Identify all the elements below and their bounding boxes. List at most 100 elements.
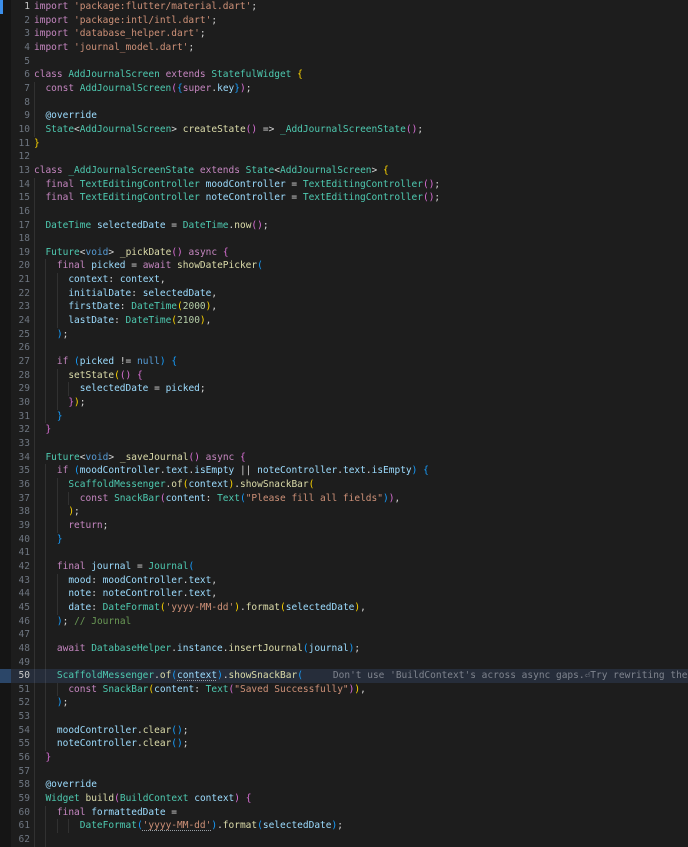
gutter-glyph-margin[interactable] [0, 341, 11, 356]
gutter-glyph-margin[interactable] [0, 477, 11, 492]
code-line[interactable]: 57 [0, 764, 688, 779]
gutter-glyph-margin[interactable] [0, 778, 11, 793]
code-text[interactable] [30, 546, 688, 560]
gutter-glyph-margin[interactable] [0, 314, 11, 328]
gutter-glyph-margin[interactable] [0, 669, 11, 683]
line-number[interactable]: 34 [11, 451, 30, 465]
gutter-glyph-margin[interactable] [0, 396, 11, 410]
gutter-glyph-margin[interactable] [0, 95, 11, 110]
line-number[interactable]: 8 [11, 96, 30, 110]
code-text[interactable]: }); [30, 396, 688, 410]
gutter-glyph-margin[interactable] [0, 764, 11, 779]
line-number[interactable]: 38 [11, 505, 30, 519]
gutter-glyph-margin[interactable] [0, 150, 11, 164]
code-text[interactable]: await DatabaseHelper.instance.insertJour… [30, 642, 688, 656]
code-text[interactable] [30, 205, 688, 219]
gutter-glyph-margin[interactable] [0, 177, 11, 192]
code-text[interactable]: DateFormat('yyyy-MM-dd').format(selected… [30, 819, 688, 833]
code-text[interactable]: const AddJournalScreen({super.key}); [30, 82, 688, 96]
code-text[interactable]: class AddJournalScreen extends StatefulW… [30, 68, 688, 82]
code-line[interactable]: 28 setState(() { [0, 368, 688, 383]
code-line[interactable]: 4 import 'journal_model.dart'; [0, 40, 688, 55]
gutter-glyph-margin[interactable] [0, 163, 11, 178]
code-text[interactable]: Widget build(BuildContext context) { [30, 792, 688, 806]
code-line[interactable]: 27 if (picked != null) { [0, 355, 688, 369]
line-number[interactable]: 52 [11, 696, 30, 710]
line-number[interactable]: 55 [11, 737, 30, 751]
code-line[interactable]: 8 [0, 95, 688, 110]
code-line[interactable]: 35 if (moodController.text.isEmpty || not… [0, 464, 688, 478]
code-text[interactable]: final formattedDate = [30, 806, 688, 820]
line-number[interactable]: 53 [11, 710, 30, 724]
code-text[interactable]: } [30, 533, 688, 547]
code-line[interactable]: 56} [0, 751, 688, 765]
gutter-glyph-margin[interactable] [0, 191, 11, 205]
code-line[interactable]: 24 lastDate: DateTime(2100), [0, 314, 688, 328]
gutter-glyph-margin[interactable] [0, 409, 11, 424]
gutter-glyph-margin[interactable] [0, 423, 11, 437]
gutter-glyph-margin[interactable] [0, 464, 11, 478]
code-line[interactable]: 6 class AddJournalScreen extends Stateful… [0, 68, 688, 82]
gutter-glyph-margin[interactable] [0, 437, 11, 451]
line-number[interactable]: 23 [11, 300, 30, 314]
line-number[interactable]: 17 [11, 219, 30, 233]
code-line[interactable]: 5 [0, 54, 688, 69]
code-text[interactable] [30, 656, 688, 670]
line-number[interactable]: 2 [11, 14, 30, 28]
code-text[interactable]: final TextEditingController moodControll… [30, 178, 688, 192]
gutter-glyph-margin[interactable] [0, 13, 11, 28]
code-line[interactable]: 55 noteController.clear(); [0, 737, 688, 752]
gutter-glyph-margin[interactable] [0, 491, 11, 506]
code-text[interactable]: final picked = await showDatePicker( [30, 259, 688, 273]
code-line[interactable]: 40} [0, 532, 688, 547]
code-line[interactable]: 33 [0, 437, 688, 451]
gutter-glyph-margin[interactable] [0, 286, 11, 301]
line-number[interactable]: 45 [11, 601, 30, 615]
line-number[interactable]: 48 [11, 642, 30, 656]
line-number[interactable]: 32 [11, 423, 30, 437]
code-line[interactable]: 9 @override [0, 109, 688, 123]
line-number[interactable]: 44 [11, 587, 30, 601]
line-number[interactable]: 25 [11, 328, 30, 342]
code-text[interactable]: const SnackBar(content: Text("Saved Succ… [30, 683, 688, 697]
code-text[interactable]: @override [30, 109, 688, 123]
code-text[interactable]: moodController.clear(); [30, 724, 688, 738]
code-line[interactable]: 50 ScaffoldMessenger.of(context).showSnac… [0, 669, 688, 683]
code-line[interactable]: 52); [0, 696, 688, 711]
gutter-glyph-margin[interactable] [0, 532, 11, 547]
line-number[interactable]: 51 [11, 683, 30, 697]
gutter-glyph-margin[interactable] [0, 600, 11, 615]
code-text[interactable] [30, 96, 688, 110]
code-text[interactable]: lastDate: DateTime(2100), [30, 314, 688, 328]
code-line[interactable]: 34 Future<void> _saveJournal() async { [0, 450, 688, 465]
gutter-glyph-margin[interactable] [0, 805, 11, 820]
code-line[interactable]: 21 context: context, [0, 273, 688, 287]
line-number[interactable]: 1 [11, 0, 30, 14]
code-text[interactable]: class _AddJournalScreenState extends Sta… [30, 164, 688, 178]
line-number[interactable]: 6 [11, 68, 30, 82]
line-number[interactable]: 3 [11, 27, 30, 41]
code-line[interactable]: 54 moodController.clear(); [0, 723, 688, 738]
code-text[interactable]: import 'database_helper.dart'; [30, 27, 688, 41]
code-text[interactable]: if (picked != null) { [30, 355, 688, 369]
code-line[interactable]: 31} [0, 409, 688, 424]
gutter-glyph-margin[interactable] [0, 518, 11, 533]
line-number[interactable]: 12 [11, 150, 30, 164]
gutter-glyph-margin[interactable] [0, 355, 11, 369]
line-number[interactable]: 10 [11, 123, 30, 137]
code-text[interactable]: } [30, 751, 688, 765]
code-line[interactable]: 51 const SnackBar(content: Text("Saved Su… [0, 682, 688, 697]
line-number[interactable]: 5 [11, 55, 30, 69]
code-text[interactable] [30, 55, 688, 69]
line-number[interactable]: 27 [11, 355, 30, 369]
code-text[interactable]: initialDate: selectedDate, [30, 287, 688, 301]
code-text[interactable]: const SnackBar(content: Text("Please fil… [30, 492, 688, 506]
code-text[interactable]: note: noteController.text, [30, 587, 688, 601]
line-number[interactable]: 58 [11, 778, 30, 792]
gutter-glyph-margin[interactable] [0, 751, 11, 765]
gutter-glyph-margin[interactable] [0, 218, 11, 233]
gutter-glyph-margin[interactable] [0, 0, 11, 14]
line-number[interactable]: 50 [11, 669, 30, 683]
code-text[interactable]: return; [30, 519, 688, 533]
gutter-glyph-margin[interactable] [0, 737, 11, 752]
